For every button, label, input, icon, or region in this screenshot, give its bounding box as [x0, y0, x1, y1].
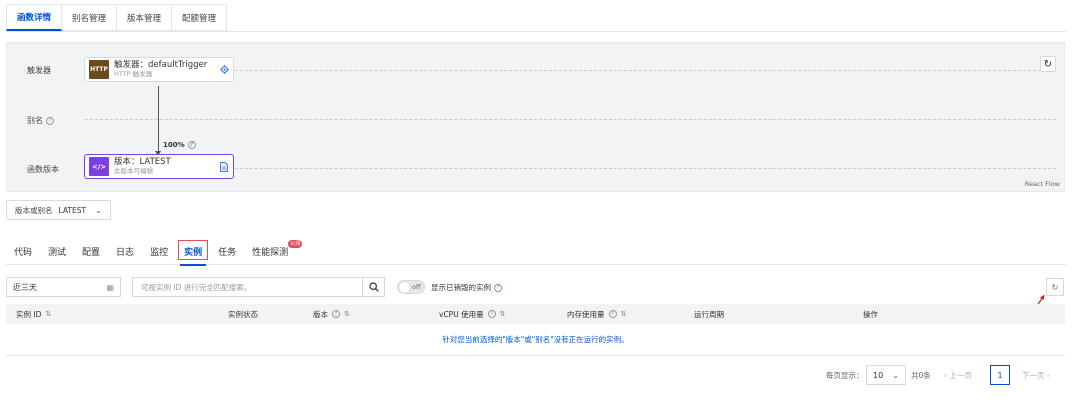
- version-node-subtitle: 此版本可编辑: [114, 166, 153, 175]
- trigger-node[interactable]: HTTP 触发器：defaultTrigger HTTP 触发器: [84, 57, 234, 82]
- tab-function-details[interactable]: 函数详情: [6, 4, 63, 31]
- total-count: 共0条: [911, 370, 931, 380]
- date-range-value: 近三天: [13, 282, 37, 292]
- date-range-picker[interactable]: 近三天 ▦: [6, 277, 121, 297]
- sort-icon: ⇅: [620, 310, 627, 318]
- search-icon: [368, 282, 379, 292]
- code-icon: </>: [89, 157, 109, 176]
- help-icon: ?: [487, 310, 496, 318]
- page-number-current[interactable]: 1: [990, 365, 1010, 385]
- page-size-value: 10: [873, 370, 884, 380]
- document-icon[interactable]: [219, 161, 229, 172]
- beta-badge: 公测: [288, 239, 303, 248]
- highlight-box: [178, 239, 209, 260]
- next-page-button[interactable]: 下一页 ›: [1022, 364, 1050, 386]
- tab-quota-management[interactable]: 配额管理: [172, 4, 228, 31]
- tab-config[interactable]: 配置: [74, 238, 108, 265]
- row-label-version: 函数版本: [27, 165, 59, 174]
- show-destroyed-toggle[interactable]: off: [397, 280, 425, 294]
- tab-instances[interactable]: 实例: [176, 238, 210, 266]
- help-icon: ?: [332, 310, 340, 318]
- col-actions: 操作: [863, 309, 878, 319]
- tab-code[interactable]: 代码: [6, 238, 40, 265]
- chevron-down-icon: ⌄: [892, 370, 899, 380]
- col-instance-id[interactable]: 实例 ID ⇅: [16, 304, 51, 324]
- gear-icon[interactable]: [219, 65, 229, 75]
- col-memory-usage[interactable]: 内存使用量? ⇅: [567, 304, 626, 324]
- tab-monitoring[interactable]: 监控: [142, 238, 176, 265]
- version-select-label: 版本或别名: [15, 205, 53, 215]
- instance-table-header: 实例 ID ⇅ 实例状态 版本? ⇅ vCPU 使用量? ⇅ 内存使用量? ⇅ 运行周期…: [6, 304, 1065, 324]
- search-button[interactable]: [362, 278, 384, 296]
- function-sub-tabs: 代码 测试 配置 日志 监控 实例 任务 性能探测 公测: [6, 238, 1066, 266]
- instance-search: [132, 277, 385, 297]
- sort-icon: ⇅: [45, 310, 52, 318]
- tab-tasks[interactable]: 任务: [210, 238, 244, 265]
- tab-alias-management[interactable]: 别名管理: [62, 4, 118, 31]
- chevron-down-icon: ⌄: [95, 205, 102, 215]
- tab-logs[interactable]: 日志: [108, 238, 142, 265]
- tab-test[interactable]: 测试: [40, 238, 74, 265]
- chevron-right-icon: ›: [1044, 370, 1050, 380]
- http-badge-icon: HTTP: [89, 60, 109, 79]
- row-divider-alias: [85, 119, 1056, 120]
- refresh-flow-button[interactable]: ↻: [1040, 56, 1056, 72]
- version-select-value: LATEST: [58, 205, 87, 215]
- version-node[interactable]: </> 版本：LATEST 此版本可编辑: [84, 154, 234, 179]
- help-icon: ?: [608, 310, 617, 318]
- col-vcpu-usage[interactable]: vCPU 使用量? ⇅: [439, 304, 505, 324]
- row-label-alias: 别名 ?: [27, 115, 54, 126]
- help-icon[interactable]: ?: [187, 141, 196, 149]
- refresh-icon: ↻: [1051, 282, 1059, 292]
- sort-icon: ⇅: [344, 310, 350, 318]
- col-version[interactable]: 版本? ⇅: [313, 304, 350, 324]
- help-icon[interactable]: ?: [46, 116, 54, 125]
- react-flow-attribution[interactable]: React Flow: [1025, 180, 1060, 188]
- calendar-icon: ▦: [106, 282, 114, 292]
- toggle-knob: [399, 281, 410, 293]
- help-icon[interactable]: ?: [494, 283, 502, 292]
- tab-performance-probe-label: 性能探测: [252, 247, 289, 258]
- refresh-icon: ↻: [1043, 58, 1053, 70]
- page-size-label: 每页显示：: [826, 370, 864, 380]
- show-destroyed-label: 显示已销毁的实例 ?: [431, 282, 502, 293]
- prev-page-button[interactable]: ‹ 上一页: [944, 364, 972, 386]
- refresh-instances-button[interactable]: ↻: [1046, 278, 1064, 296]
- traffic-percent: 100% ?: [163, 141, 196, 149]
- trigger-node-subtitle: HTTP 触发器: [114, 69, 153, 78]
- flow-diagram[interactable]: 触发器 别名 ? 函数版本 100% ? HTTP 触发器：defaultTri…: [6, 42, 1065, 192]
- row-label-trigger: 触发器: [27, 66, 51, 75]
- search-input[interactable]: [133, 278, 362, 296]
- col-instance-status: 实例状态: [228, 309, 258, 319]
- top-tab-bar: 函数详情 别名管理 版本管理 配额管理: [6, 4, 228, 31]
- page-size-select[interactable]: 10 ⌄: [866, 365, 906, 385]
- tab-performance-probe[interactable]: 性能探测 公测: [244, 238, 303, 265]
- flow-edge: [158, 86, 159, 153]
- sort-icon: ⇅: [499, 310, 506, 318]
- tab-version-management[interactable]: 版本管理: [117, 4, 173, 31]
- tab-divider: [6, 31, 1066, 32]
- version-alias-select[interactable]: 版本或别名 LATEST ⌄: [6, 200, 111, 220]
- table-empty-message: 针对您当前选择的"版本"或"别名"没有正在运行的实例。: [6, 324, 1065, 356]
- col-run-period: 运行周期: [694, 309, 724, 319]
- toggle-state: off: [412, 283, 421, 291]
